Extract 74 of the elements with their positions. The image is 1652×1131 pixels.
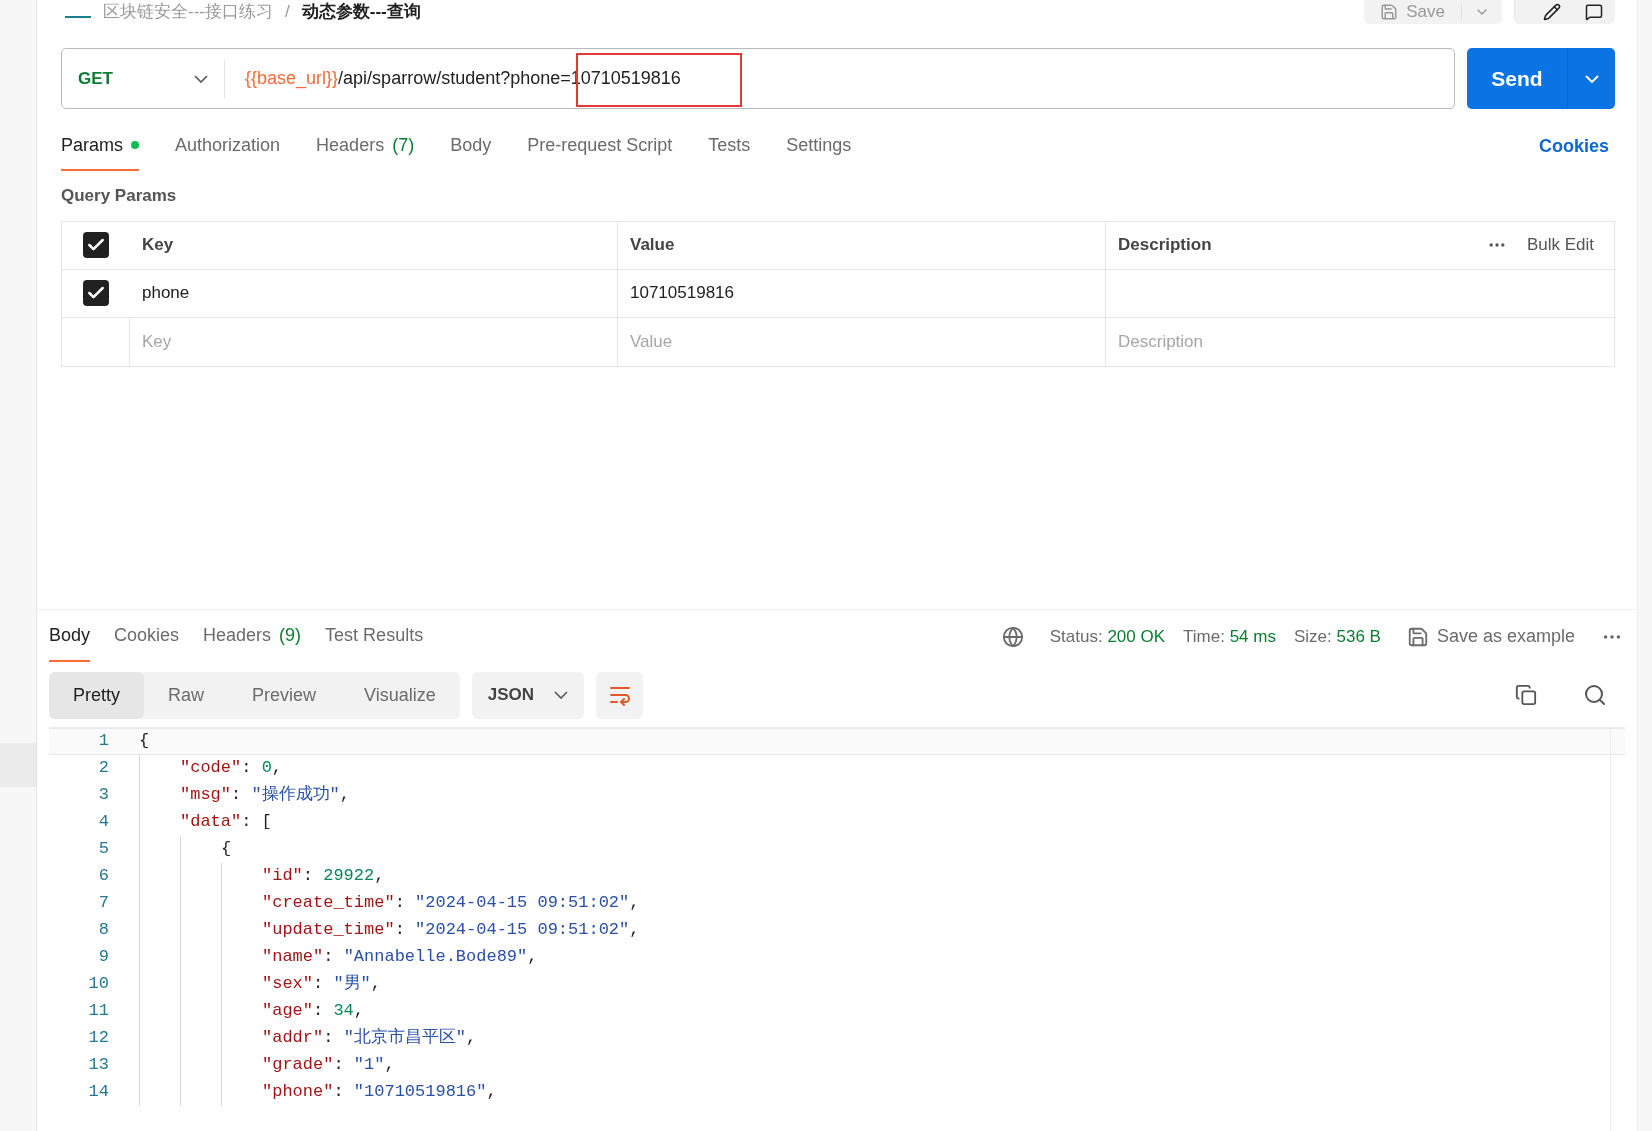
code-line: "id": 29922, bbox=[262, 865, 385, 888]
view-mode-tab[interactable]: Preview bbox=[228, 671, 341, 719]
bulk-edit-button[interactable]: Bulk Edit bbox=[1526, 232, 1594, 258]
save-icon bbox=[1406, 625, 1429, 648]
line-number: 7 bbox=[97, 892, 110, 915]
response-tab[interactable]: Headers (9) bbox=[203, 611, 302, 662]
request-tab[interactable]: Authorization bbox=[175, 121, 281, 171]
value-input[interactable]: Value bbox=[618, 317, 1106, 366]
line-number: 11 bbox=[87, 1000, 110, 1023]
key-input[interactable]: Key bbox=[130, 317, 618, 366]
response-tab[interactable]: Cookies bbox=[114, 611, 180, 662]
description-input[interactable]: Description bbox=[1106, 317, 1614, 366]
request-tab[interactable]: Pre-request Script bbox=[527, 121, 673, 171]
save-as-example-button[interactable]: Save as example bbox=[1406, 623, 1575, 650]
line-number: 2 bbox=[97, 757, 110, 780]
request-tab[interactable]: Body bbox=[450, 121, 492, 171]
column-header: Description bbox=[1117, 234, 1213, 257]
view-mode-tab[interactable]: Pretty bbox=[49, 671, 144, 719]
code-line: { bbox=[139, 730, 150, 753]
checkbox[interactable] bbox=[83, 280, 109, 306]
line-number: 4 bbox=[97, 811, 110, 834]
code-line: "grade": "1", bbox=[262, 1054, 395, 1077]
request-tab[interactable]: Headers (7) bbox=[316, 121, 415, 171]
save-icon bbox=[1380, 3, 1399, 21]
code-line: { bbox=[221, 838, 232, 861]
code-line: "phone": "10710519816", bbox=[262, 1081, 497, 1104]
code-line: "addr": "北京市昌平区", bbox=[262, 1026, 477, 1050]
table-cell[interactable]: phone bbox=[130, 269, 618, 317]
line-number: 1 bbox=[97, 730, 110, 753]
code-line: "create_time": "2024-04-15 09:51:02", bbox=[262, 892, 640, 915]
chevron-down-icon bbox=[554, 691, 569, 699]
code-line: "sex": "男", bbox=[262, 973, 382, 996]
request-tab[interactable]: Tests bbox=[708, 121, 751, 171]
request-title: 动态参数---查询 bbox=[301, 1, 421, 24]
response-stat: Status: 200 OK bbox=[1049, 625, 1166, 648]
response-stat: Size: 536 B bbox=[1293, 625, 1381, 648]
request-tab[interactable]: Settings bbox=[786, 121, 852, 171]
chevron-down-icon bbox=[194, 74, 208, 83]
collection-link[interactable]: 区块链安全---接口练习 bbox=[103, 0, 273, 25]
code-line: "age": 34, bbox=[262, 1000, 365, 1023]
view-mode-tab[interactable]: Visualize bbox=[340, 671, 460, 719]
line-number: 10 bbox=[87, 973, 110, 996]
response-tab[interactable]: Body bbox=[49, 611, 91, 662]
wrap-button[interactable] bbox=[596, 671, 644, 719]
code-line: "data": [ bbox=[180, 811, 272, 834]
line-number: 5 bbox=[97, 838, 110, 861]
column-header: Key bbox=[130, 221, 618, 269]
copy-icon[interactable] bbox=[1515, 684, 1537, 706]
column-header: Value bbox=[618, 221, 1106, 269]
chevron-down-icon bbox=[1584, 74, 1599, 83]
breadcrumb-separator: / bbox=[285, 1, 290, 24]
line-number: 12 bbox=[87, 1027, 110, 1050]
search-icon[interactable] bbox=[1583, 683, 1607, 707]
request-tab[interactable]: Params bbox=[61, 121, 139, 171]
line-number: 9 bbox=[97, 946, 110, 969]
checkbox[interactable] bbox=[83, 232, 109, 258]
format-select[interactable]: JSON bbox=[471, 671, 585, 719]
view-mode-tab[interactable]: Raw bbox=[144, 671, 229, 719]
code-line: "code": 0, bbox=[180, 757, 283, 780]
code-line: "name": "Annabelle.Bode89", bbox=[262, 946, 538, 969]
globe-icon[interactable] bbox=[1001, 625, 1024, 648]
section-title: Query Params bbox=[61, 185, 178, 207]
line-number: 3 bbox=[97, 784, 110, 807]
line-number: 14 bbox=[87, 1081, 110, 1104]
method-select[interactable]: GET bbox=[62, 58, 225, 99]
cookies-link[interactable]: Cookies bbox=[1538, 132, 1609, 160]
code-line: "update_time": "2024-04-15 09:51:02", bbox=[262, 919, 640, 942]
line-number: 13 bbox=[87, 1054, 110, 1077]
line-number: 8 bbox=[97, 919, 110, 942]
table-cell[interactable]: 10710519816 bbox=[618, 269, 1106, 317]
line-number: 6 bbox=[97, 865, 110, 888]
code-line: "msg": "操作成功", bbox=[180, 784, 351, 807]
response-tab[interactable]: Test Results bbox=[325, 611, 424, 662]
response-stat: Time: 54 ms bbox=[1183, 625, 1276, 648]
